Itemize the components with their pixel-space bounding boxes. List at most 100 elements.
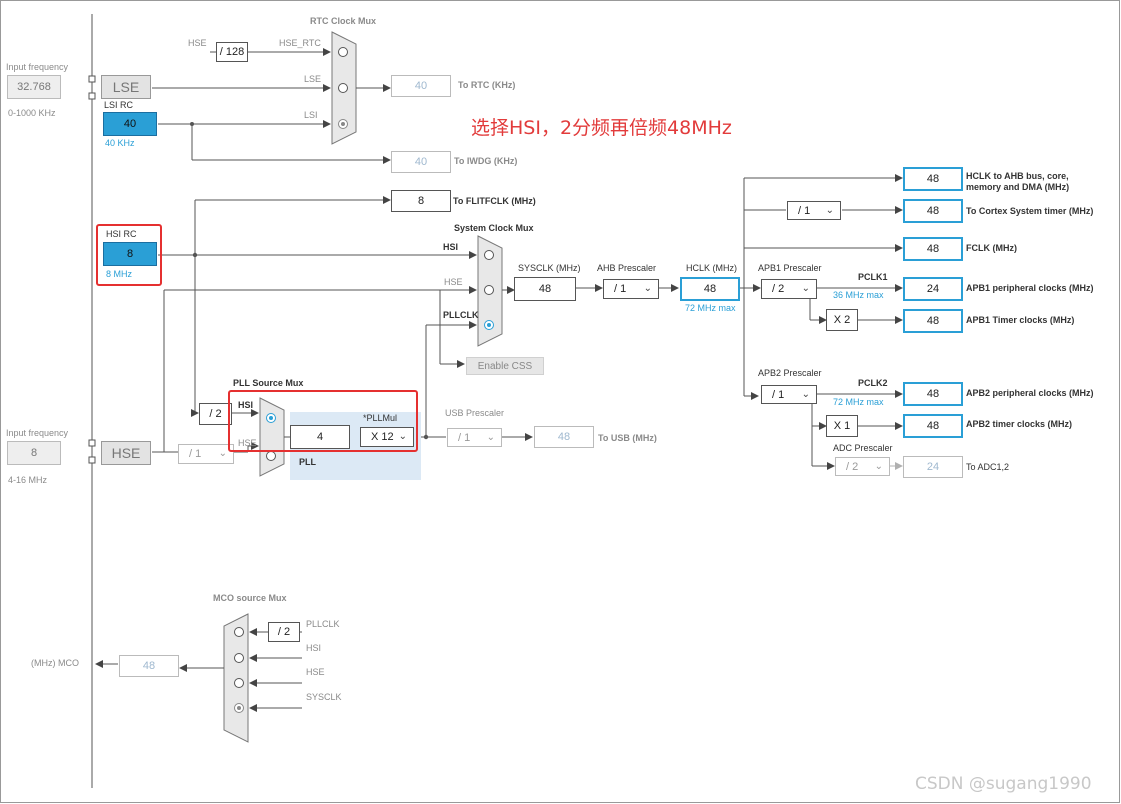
adc-prescaler-select[interactable]: / 2 ⌄ xyxy=(835,457,890,476)
cortex-timer-divider-select[interactable]: / 1 ⌄ xyxy=(787,201,841,220)
apb2-timer-label: APB2 timer clocks (MHz) xyxy=(966,419,1073,429)
mco-output-value[interactable]: 48 xyxy=(119,655,179,677)
hse-frequency-field[interactable]: 8 xyxy=(7,441,61,465)
apb1-timer-multiplier: X 2 xyxy=(826,309,858,331)
mco-source-hsi-radio[interactable] xyxy=(234,653,244,663)
apb1-timer-value[interactable]: 48 xyxy=(903,309,963,333)
rtc-source-lsi-radio[interactable] xyxy=(338,119,348,129)
lse-frequency-field[interactable]: 32.768 xyxy=(7,75,61,99)
pll-label: PLL xyxy=(299,457,316,467)
sysmux-pllclk-label: PLLCLK xyxy=(443,310,479,320)
ahb-prescaler-value: / 1 xyxy=(614,283,627,295)
apb2-timer-value[interactable]: 48 xyxy=(903,414,963,438)
apb2-peripheral-label: APB2 peripheral clocks (MHz) xyxy=(966,388,1094,398)
rtc-source-lse-radio[interactable] xyxy=(338,83,348,93)
chevron-down-icon: ⌄ xyxy=(801,389,810,400)
apb2-timer-multiplier: X 1 xyxy=(826,415,858,437)
pll-source-mux-title: PLL Source Mux xyxy=(233,378,304,388)
lsi-rc-value: 40 xyxy=(103,112,157,136)
cortex-timer-value[interactable]: 48 xyxy=(903,199,963,223)
usb-prescaler-label: USB Prescaler xyxy=(445,408,505,418)
rtc-div128: / 128 xyxy=(216,42,248,62)
usb-prescaler-value: / 1 xyxy=(458,432,471,444)
mco-source-sysclk-radio[interactable] xyxy=(234,703,244,713)
pclk1-label: PCLK1 xyxy=(858,272,888,282)
system-clock-mux-title: System Clock Mux xyxy=(454,223,534,233)
apb1-peripheral-label: APB1 peripheral clocks (MHz) xyxy=(966,283,1094,293)
sysclk-value-field[interactable]: 48 xyxy=(514,277,576,301)
mco-source-pllclk-radio[interactable] xyxy=(234,627,244,637)
hse-prediv-value: / 1 xyxy=(189,448,202,460)
ahb-output-value[interactable]: 48 xyxy=(903,167,963,191)
lse-input-frequency-label: Input frequency xyxy=(6,62,69,72)
adc-prescaler-value: / 2 xyxy=(846,461,859,473)
hse-prediv-select[interactable]: / 1 ⌄ xyxy=(178,444,234,464)
mco-pll-div2: / 2 xyxy=(268,622,300,642)
apb2-prescaler-label: APB2 Prescaler xyxy=(758,368,822,378)
enable-css-button[interactable]: Enable CSS xyxy=(466,357,544,375)
apb1-prescaler-select[interactable]: / 2 ⌄ xyxy=(761,279,817,299)
usb-prescaler-select[interactable]: / 1 ⌄ xyxy=(447,428,502,447)
sysclk-source-hsi-radio[interactable] xyxy=(484,250,494,260)
apb2-max-label: 72 MHz max xyxy=(833,397,884,407)
chevron-down-icon: ⌄ xyxy=(486,432,495,443)
apb2-prescaler-select[interactable]: / 1 ⌄ xyxy=(761,385,817,404)
to-iwdg-label: To IWDG (KHz) xyxy=(454,156,518,166)
mco-sysclk-label: SYSCLK xyxy=(306,692,342,702)
fclk-label: FCLK (MHz) xyxy=(966,243,1017,253)
sysclk-source-hse-radio[interactable] xyxy=(484,285,494,295)
chevron-down-icon: ⌄ xyxy=(825,205,834,216)
rtc-hse-rtc-label: HSE_RTC xyxy=(279,38,321,48)
hclk-value-field[interactable]: 48 xyxy=(680,277,740,301)
rtc-lsi-label: LSI xyxy=(304,110,318,120)
sysclk-source-pllclk-radio[interactable] xyxy=(484,320,494,330)
fclk-value[interactable]: 48 xyxy=(903,237,963,261)
ahb-output-label: HCLK to AHB bus, core, memory and DMA (M… xyxy=(966,171,1070,192)
mco-label: (MHz) MCO xyxy=(31,658,79,668)
pll-highlight xyxy=(228,390,418,452)
adc-output-label: To ADC1,2 xyxy=(966,462,1010,472)
apb1-prescaler-label: APB1 Prescaler xyxy=(758,263,822,273)
usb-output-value[interactable]: 48 xyxy=(534,426,594,448)
apb1-prescaler-value: / 2 xyxy=(772,283,785,295)
mco-hse-label: HSE xyxy=(306,667,325,677)
adc-output-value[interactable]: 24 xyxy=(903,456,963,478)
rtc-mux-title: RTC Clock Mux xyxy=(310,16,377,26)
chevron-down-icon: ⌄ xyxy=(874,461,883,472)
ahb-prescaler-select[interactable]: / 1 ⌄ xyxy=(603,279,659,299)
rtc-output-value: 40 xyxy=(391,75,451,97)
lse-block: LSE xyxy=(101,75,151,99)
lsi-rc-label: LSI RC xyxy=(104,100,134,110)
pclk2-label: PCLK2 xyxy=(858,378,888,388)
hclk-label: HCLK (MHz) xyxy=(686,263,737,273)
mco-mux-title: MCO source Mux xyxy=(213,593,287,603)
adc-prescaler-label: ADC Prescaler xyxy=(833,443,893,453)
apb2-peripheral-value[interactable]: 48 xyxy=(903,382,963,406)
csdn-watermark: CSDN @sugang1990 xyxy=(915,774,1092,794)
hse-range-label: 4-16 MHz xyxy=(8,475,48,485)
rtc-source-hse-radio[interactable] xyxy=(338,47,348,57)
hsi-highlight xyxy=(96,224,162,286)
rtc-lse-label: LSE xyxy=(304,74,322,84)
chevron-down-icon: ⌄ xyxy=(643,283,652,294)
flitfclk-label: To FLITFCLK (MHz) xyxy=(453,196,536,206)
flitfclk-value: 8 xyxy=(391,190,451,212)
hclk-max-label: 72 MHz max xyxy=(685,303,736,313)
hse-input-frequency-label: Input frequency xyxy=(6,428,69,438)
apb2-prescaler-value: / 1 xyxy=(772,389,785,401)
to-usb-label: To USB (MHz) xyxy=(598,433,657,443)
rtc-hse-label: HSE xyxy=(188,38,207,48)
mco-source-hse-radio[interactable] xyxy=(234,678,244,688)
chevron-down-icon: ⌄ xyxy=(218,448,227,459)
to-rtc-label: To RTC (KHz) xyxy=(458,80,516,90)
sysmux-hsi-label: HSI xyxy=(443,242,459,252)
apb1-peripheral-value[interactable]: 24 xyxy=(903,277,963,301)
mco-pllclk-label: PLLCLK xyxy=(306,619,340,629)
clock-configuration-diagram: Input frequency 32.768 0-1000 KHz LSE LS… xyxy=(0,0,1121,804)
iwdg-output-value: 40 xyxy=(391,151,451,173)
lsi-unit-label: 40 KHz xyxy=(105,138,135,148)
pll-source-hse-radio[interactable] xyxy=(266,451,276,461)
cortex-timer-label: To Cortex System timer (MHz) xyxy=(966,206,1094,216)
hse-block: HSE xyxy=(101,441,151,465)
apb1-max-label: 36 MHz max xyxy=(833,290,884,300)
